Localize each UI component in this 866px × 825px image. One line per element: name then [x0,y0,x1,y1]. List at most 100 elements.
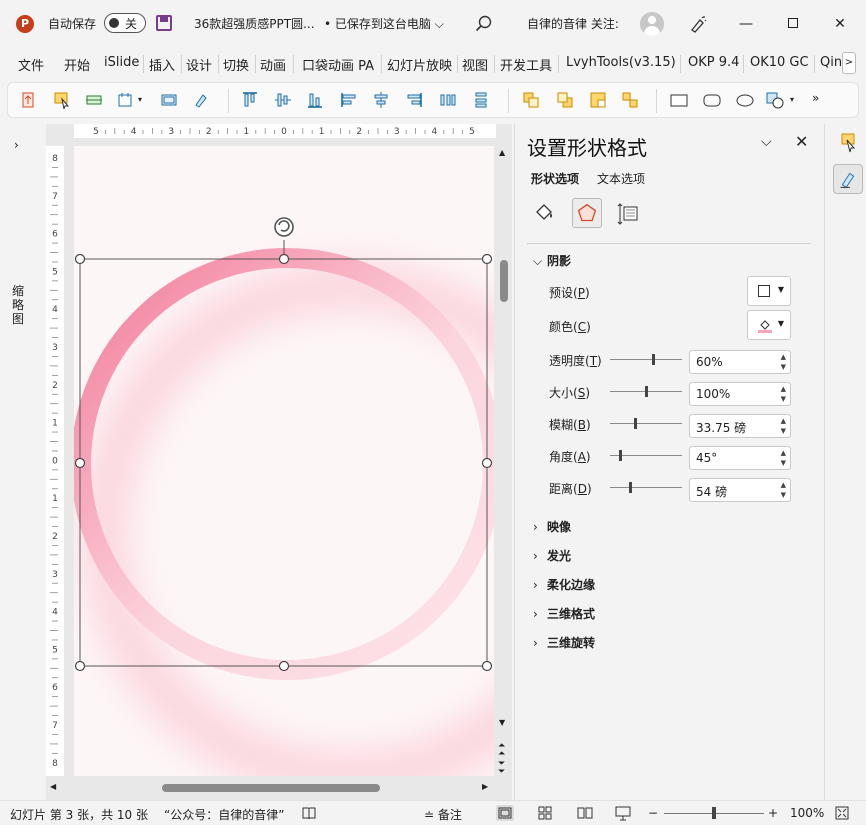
frame-shape-icon[interactable] [160,91,178,109]
spin-arrows-icon[interactable]: ▲ ▼ [781,448,786,468]
section-soft-edges-header[interactable]: › 柔化边缘 [533,576,595,593]
section-3d-rotation-header[interactable]: › 三维旋转 [533,634,595,651]
expand-thumbnails-icon[interactable]: › [14,138,19,152]
tab-text-options[interactable]: 文本选项 [597,170,645,187]
notes-button[interactable]: ≐ 备注 [424,806,462,823]
menu-view[interactable]: 视图 [462,55,488,74]
resize-handle-right[interactable] [481,457,493,469]
blur-slider[interactable] [610,417,682,431]
document-title[interactable]: 36款超强质感PPT圆... [194,15,315,32]
resize-handle-left[interactable] [74,457,86,469]
effects-pentagon-icon[interactable] [572,198,602,228]
menu-developer[interactable]: 开发工具 [500,55,552,74]
size-spinbox[interactable]: 100% ▲ ▼ [689,382,791,406]
section-shadow-header[interactable]: ⌵ 阴影 [533,252,571,269]
normal-view-icon[interactable] [496,805,514,821]
rotate-handle-icon[interactable] [274,217,294,237]
menu-islide[interactable]: iSlide [104,55,139,70]
spin-arrows-icon[interactable]: ▲ ▼ [781,480,786,500]
rounded-rectangle-icon[interactable] [703,91,721,109]
size-slider[interactable] [610,385,682,399]
next-slide-icon[interactable]: ⏷ ⏷ [498,760,505,777]
menu-insert[interactable]: 插入 [149,55,175,74]
close-window-button[interactable]: ✕ [828,12,852,36]
menu-home[interactable]: 开始 [64,55,90,74]
menu-qin[interactable]: Qin [820,55,842,70]
align-bars-icon[interactable] [85,91,103,109]
section-3d-format-header[interactable]: › 三维格式 [533,605,595,622]
maximize-button[interactable] [781,12,805,36]
account-name[interactable]: 自律的音律 关注: [527,15,619,32]
zoom-in-button[interactable]: + [768,806,778,820]
distance-slider[interactable] [610,481,682,495]
spin-arrows-icon[interactable]: ▲ ▼ [781,352,786,372]
menu-pocket-animation[interactable]: 口袋动画 PA [302,55,374,74]
slider-thumb[interactable] [645,386,648,397]
menu-okp[interactable]: OKP 9.4 [688,55,739,70]
fill-line-icon[interactable] [529,198,559,228]
slider-thumb[interactable] [652,354,655,365]
previous-slide-icon[interactable]: ⏶ ⏶ [498,742,505,759]
vertical-scroll-thumb[interactable] [500,260,508,302]
vertical-scrollbar[interactable]: ▲ ▼ ⏶ ⏶ ⏷ ⏷ [497,146,511,777]
group-icon[interactable] [589,91,607,109]
zoom-out-button[interactable]: − [648,806,658,820]
menu-design[interactable]: 设计 [186,55,212,74]
slide-sorter-icon[interactable] [536,805,554,821]
tab-shape-options[interactable]: 形状选项 [531,170,579,187]
format-painter-icon[interactable] [192,91,210,109]
transparency-spinbox[interactable]: 60% ▲ ▼ [689,350,791,374]
align-right-icon[interactable] [405,91,423,109]
shadow-preset-dropdown[interactable]: ▼ [747,276,791,306]
align-bottom-icon[interactable] [306,91,324,109]
resize-handle-bottom[interactable] [278,660,290,672]
minimize-button[interactable]: — [734,12,758,36]
spin-arrows-icon[interactable]: ▲ ▼ [781,416,786,436]
slider-thumb[interactable] [629,482,632,493]
close-panel-icon[interactable]: ✕ [795,132,808,151]
horizontal-scrollbar[interactable]: ◀ ▶ [46,780,512,796]
distance-spinbox[interactable]: 54 磅 ▲ ▼ [689,478,791,502]
slideshow-icon[interactable] [614,805,632,821]
shapes-gallery-icon[interactable] [766,91,784,109]
resize-handle-top-left[interactable] [74,253,86,265]
zoom-slider-thumb[interactable] [712,807,716,819]
resize-handle-top-right[interactable] [481,253,493,265]
section-glow-header[interactable]: › 发光 [533,547,571,564]
menu-animations[interactable]: 动画 [260,55,286,74]
select-shape-icon[interactable] [53,91,71,109]
horizontal-scroll-thumb[interactable] [162,784,380,792]
scroll-down-icon[interactable]: ▼ [499,718,505,727]
size-value[interactable]: 100% [696,387,730,401]
angle-value[interactable]: 45° [696,451,717,465]
accessibility-book-icon[interactable] [302,806,316,820]
zoom-level[interactable]: 100% [790,806,824,820]
size-shape-icon[interactable] [116,91,134,109]
thumbnails-label[interactable]: 缩略图 [12,284,26,326]
align-left-icon[interactable] [340,91,358,109]
reading-view-icon[interactable] [576,805,594,821]
menu-file[interactable]: 文件 [18,55,44,74]
autosave-toggle[interactable]: 关 [104,13,146,33]
spin-arrows-icon[interactable]: ▲ ▼ [781,384,786,404]
transparency-slider[interactable] [610,353,682,367]
section-reflection-header[interactable]: › 映像 [533,518,571,535]
selection-pane-icon[interactable] [833,128,863,158]
chevron-down-icon[interactable]: ▾ [790,95,808,113]
blur-value[interactable]: 33.75 磅 [696,419,746,436]
save-icon[interactable] [156,15,172,31]
distribute-horizontal-icon[interactable] [439,91,457,109]
menu-scroll-right-button[interactable]: > [842,52,856,74]
chevron-down-icon[interactable]: ▾ [138,95,156,113]
bring-forward-icon[interactable] [522,91,540,109]
menu-lvyhtools[interactable]: LvyhTools(v3.15) [566,55,676,70]
scroll-left-icon[interactable]: ◀ [50,782,56,791]
oval-shape-icon[interactable] [736,91,754,109]
toolbar-more-icon[interactable]: » [812,91,830,109]
menu-transitions[interactable]: 切换 [223,55,249,74]
slide-canvas[interactable] [74,146,494,776]
slider-thumb[interactable] [634,418,637,429]
slider-thumb[interactable] [619,450,622,461]
align-top-icon[interactable] [241,91,259,109]
angle-spinbox[interactable]: 45° ▲ ▼ [689,446,791,470]
